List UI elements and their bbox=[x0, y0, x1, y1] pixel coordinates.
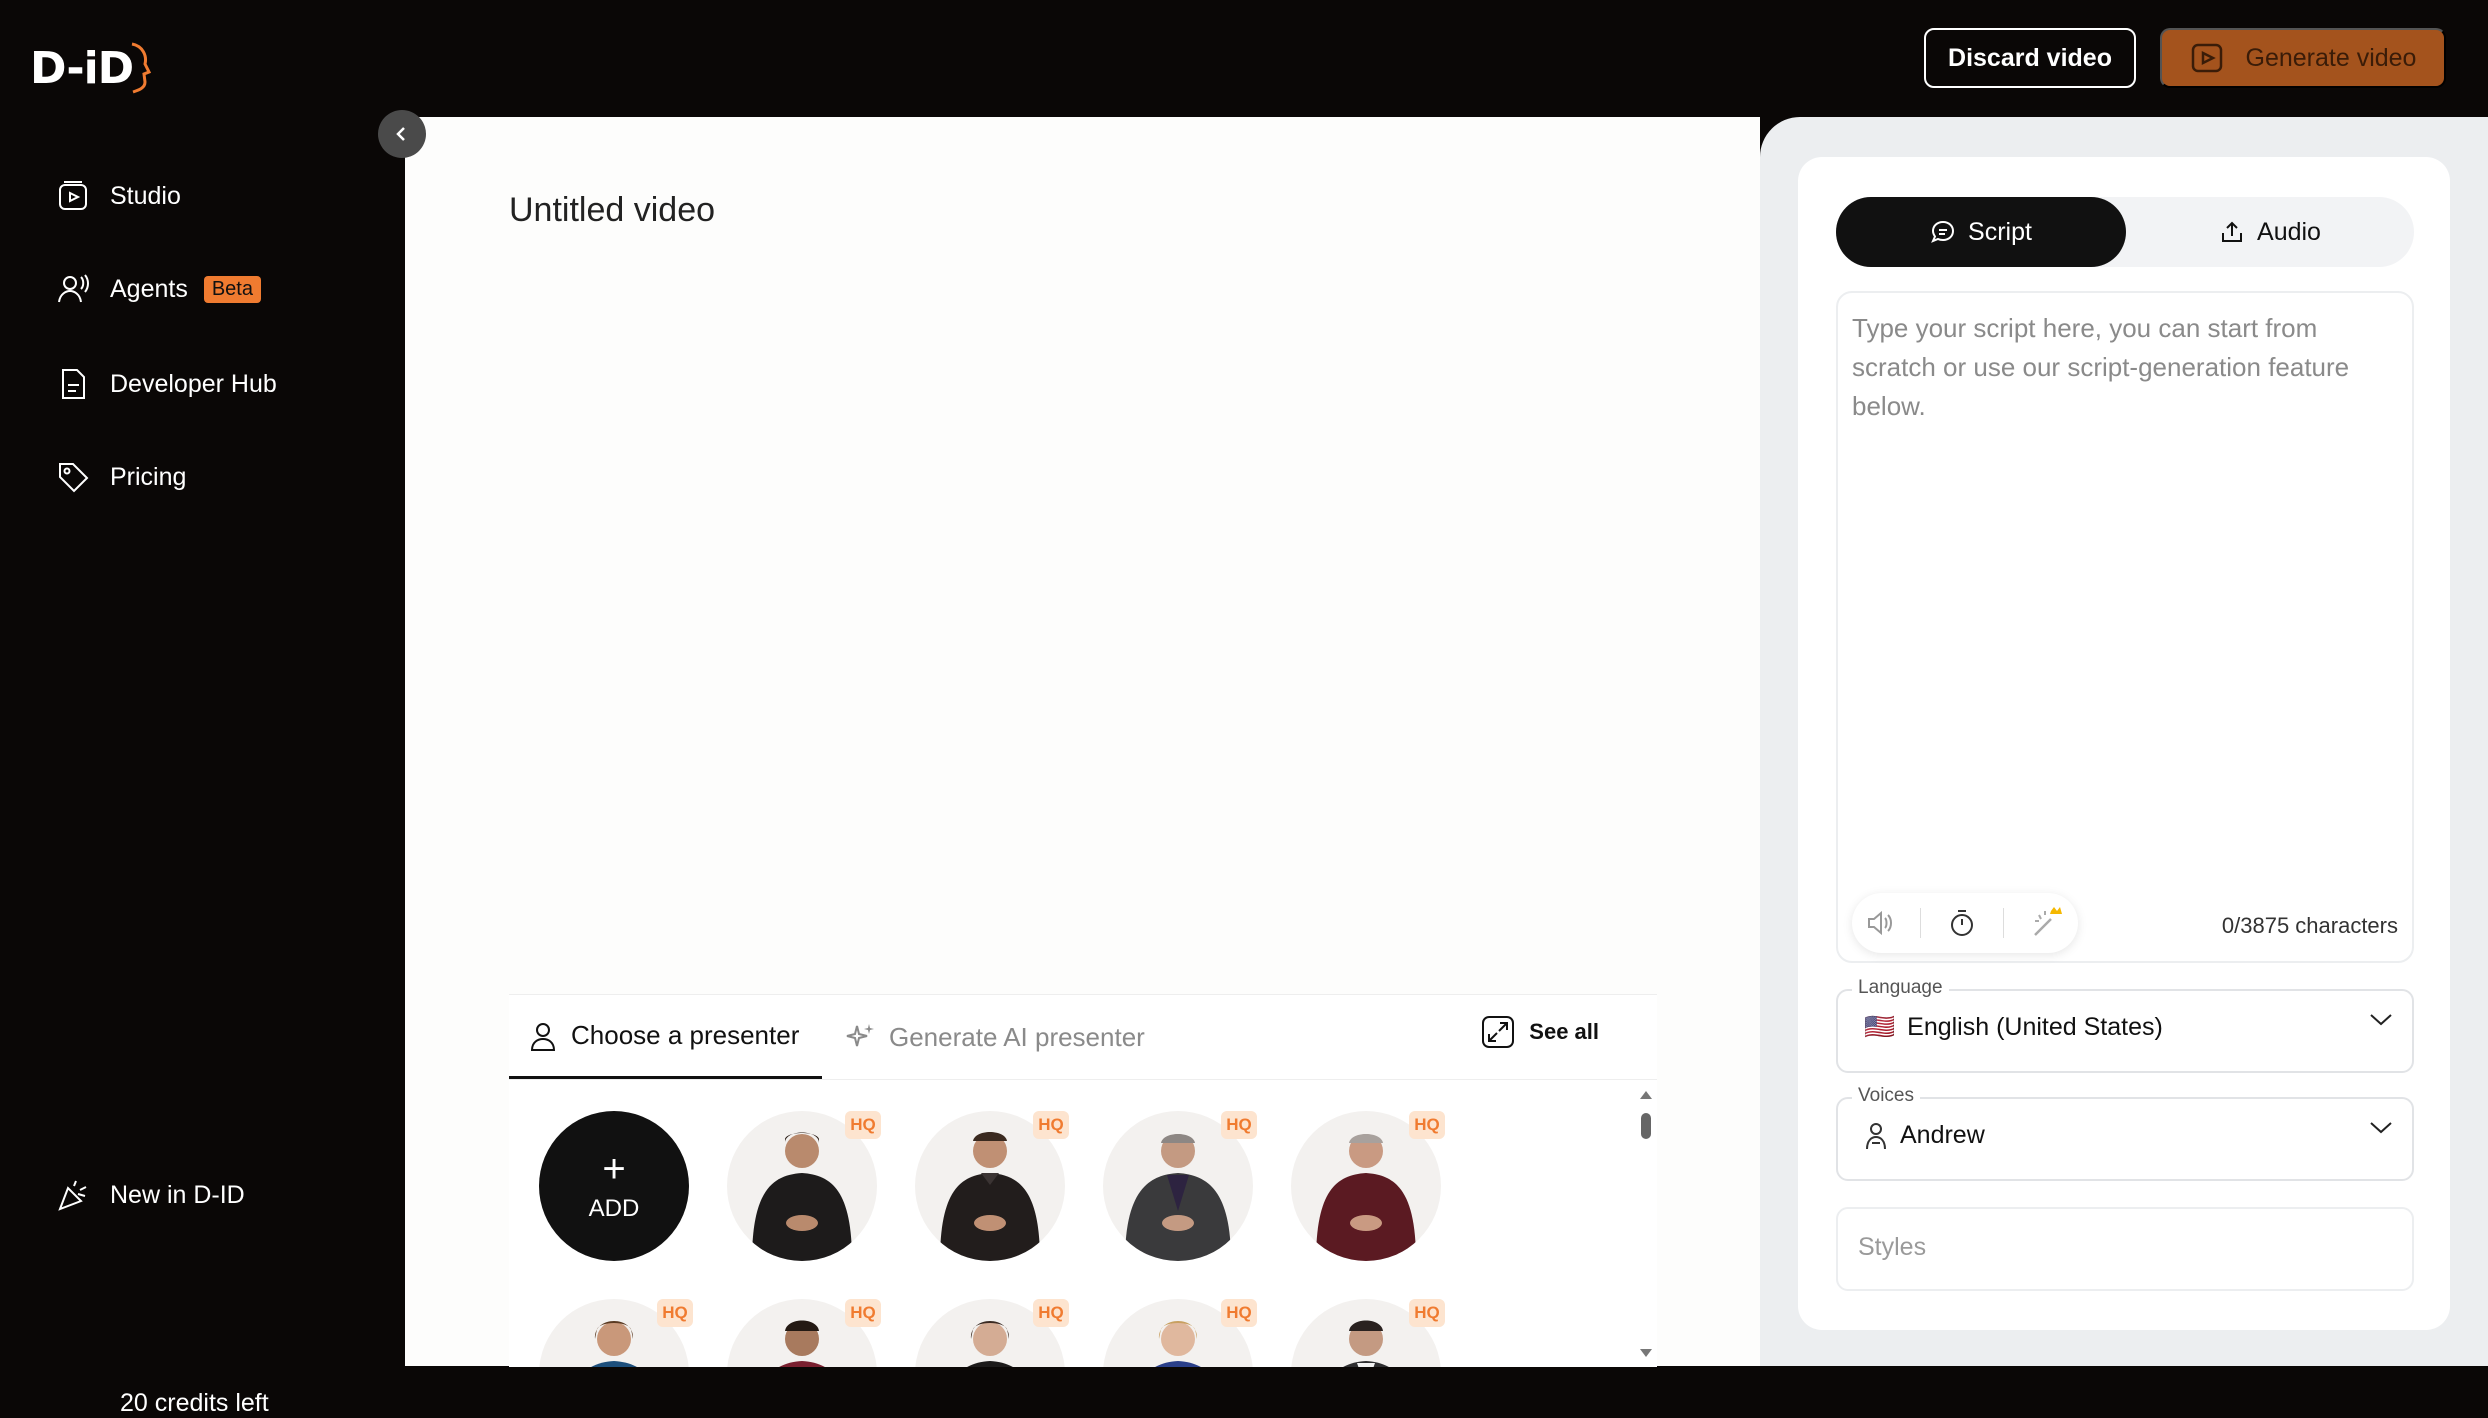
sparkle-icon bbox=[846, 1024, 874, 1047]
hq-badge: HQ bbox=[1033, 1299, 1069, 1327]
presenter-panel: Choose a presenter Generate AI presenter… bbox=[509, 994, 1657, 1367]
studio-icon bbox=[59, 181, 87, 210]
add-presenter-button[interactable]: + ADD bbox=[539, 1111, 689, 1261]
magic-wand-icon[interactable] bbox=[2029, 905, 2065, 941]
add-label: ADD bbox=[588, 1195, 640, 1222]
chevron-down-icon bbox=[2370, 1122, 2392, 1134]
chevron-left-icon bbox=[396, 127, 405, 141]
logo-head-icon bbox=[131, 42, 152, 94]
tab-choose-presenter[interactable]: Choose a presenter bbox=[509, 995, 822, 1079]
hq-badge: HQ bbox=[845, 1111, 881, 1139]
sidebar-item-label: Pricing bbox=[110, 462, 187, 491]
expand-icon bbox=[1482, 1016, 1515, 1048]
script-audio-toggle: Script Audio bbox=[1836, 197, 2414, 267]
language-select[interactable]: Language 🇺🇸 English (United States) bbox=[1836, 977, 2414, 1073]
see-all-button[interactable]: See all bbox=[1481, 1015, 1599, 1049]
divider bbox=[2002, 908, 2004, 938]
language-text: English (United States) bbox=[1907, 1013, 2163, 1041]
see-all-label: See all bbox=[1529, 1019, 1599, 1044]
styles-placeholder: Styles bbox=[1858, 1233, 1927, 1261]
upload-icon bbox=[2222, 221, 2243, 242]
hq-badge: HQ bbox=[845, 1299, 881, 1327]
tag-icon bbox=[59, 463, 89, 493]
logo-text: D-iD bbox=[30, 42, 134, 94]
person-icon bbox=[530, 1022, 556, 1051]
hq-badge: HQ bbox=[1409, 1299, 1445, 1327]
news-label: New in D-ID bbox=[110, 1180, 245, 1209]
credits-label: 20 credits left bbox=[120, 1389, 269, 1417]
hq-badge: HQ bbox=[1033, 1111, 1069, 1139]
document-icon bbox=[62, 369, 85, 399]
tab-label: Choose a presenter bbox=[571, 1020, 800, 1050]
hq-badge: HQ bbox=[1409, 1111, 1445, 1139]
beta-badge: Beta bbox=[203, 275, 261, 303]
generate-video-label: Generate video bbox=[2245, 43, 2417, 72]
sidebar-item-label: Agents bbox=[110, 274, 188, 303]
video-title[interactable]: Untitled video bbox=[509, 191, 715, 230]
discard-video-button[interactable]: Discard video bbox=[1924, 28, 2136, 88]
language-value: 🇺🇸 English (United States) bbox=[1864, 1013, 2163, 1042]
generate-video-button[interactable]: Generate video bbox=[2160, 28, 2446, 88]
chat-icon bbox=[1931, 220, 1955, 243]
voices-select[interactable]: Voices Andrew bbox=[1836, 1085, 2414, 1181]
tab-label: Audio bbox=[2257, 217, 2321, 246]
sidebar-item-pricing[interactable]: Pricing bbox=[56, 460, 186, 494]
chevron-down-icon bbox=[2370, 1014, 2392, 1026]
divider bbox=[1920, 908, 1922, 938]
timer-icon[interactable] bbox=[1947, 908, 1977, 938]
sidebar-item-developer-hub[interactable]: Developer Hub bbox=[56, 367, 277, 401]
presenter-scrollbar[interactable] bbox=[1639, 1089, 1653, 1359]
us-flag-icon: 🇺🇸 bbox=[1864, 1013, 1896, 1041]
plus-icon: + bbox=[602, 1147, 626, 1191]
agents-icon bbox=[58, 274, 89, 303]
sidebar-item-studio[interactable]: Studio bbox=[56, 179, 181, 213]
speaker-icon[interactable] bbox=[1865, 908, 1895, 938]
voice-text: Andrew bbox=[1900, 1121, 1985, 1149]
character-count: 0/3875 characters bbox=[2221, 913, 2398, 938]
tab-generate-ai-presenter[interactable]: Generate AI presenter bbox=[845, 995, 1145, 1079]
tab-script[interactable]: Script bbox=[1836, 197, 2126, 267]
hq-badge: HQ bbox=[1221, 1111, 1257, 1139]
sidebar-item-agents[interactable]: Agents Beta bbox=[56, 272, 261, 306]
hq-badge: HQ bbox=[657, 1299, 693, 1327]
top-bar: D-iD Discard video Generate video bbox=[0, 0, 2488, 117]
script-placeholder: Type your script here, you can start fro… bbox=[1852, 313, 2350, 421]
voice-person-icon bbox=[1866, 1122, 1886, 1149]
scrollbar-track bbox=[1640, 1091, 1652, 1357]
sidebar-item-news[interactable]: New in D-ID bbox=[56, 1178, 245, 1212]
editor-card: Script Audio Type your script here, you … bbox=[1798, 157, 2450, 1330]
presenter-tabs: Choose a presenter Generate AI presenter… bbox=[509, 995, 1657, 1080]
editor-panel: Script Audio Type your script here, you … bbox=[1760, 117, 2488, 1366]
hq-badge: HQ bbox=[1221, 1299, 1257, 1327]
party-popper-icon bbox=[58, 1180, 87, 1211]
sidebar: Studio Agents Beta Developer Hub Pricing… bbox=[0, 117, 405, 1417]
voice-value: Andrew bbox=[1864, 1121, 1985, 1150]
sidebar-item-label: Developer Hub bbox=[110, 369, 277, 398]
sidebar-item-label: Studio bbox=[110, 181, 181, 210]
tab-label: Script bbox=[1968, 217, 2032, 246]
main-canvas: Untitled video Choose a presenter Genera… bbox=[405, 117, 1760, 1367]
language-label: Language bbox=[1852, 977, 1949, 999]
voices-label: Voices bbox=[1852, 1085, 1920, 1107]
script-tools bbox=[1852, 893, 2078, 953]
tab-label: Generate AI presenter bbox=[889, 1021, 1145, 1052]
video-icon bbox=[2191, 43, 2222, 73]
collapse-sidebar-button[interactable] bbox=[378, 110, 426, 158]
styles-select[interactable]: Styles bbox=[1836, 1207, 2414, 1291]
script-textarea[interactable]: Type your script here, you can start fro… bbox=[1836, 291, 2414, 963]
logo[interactable]: D-iD bbox=[30, 36, 152, 100]
tab-audio[interactable]: Audio bbox=[2126, 197, 2414, 267]
